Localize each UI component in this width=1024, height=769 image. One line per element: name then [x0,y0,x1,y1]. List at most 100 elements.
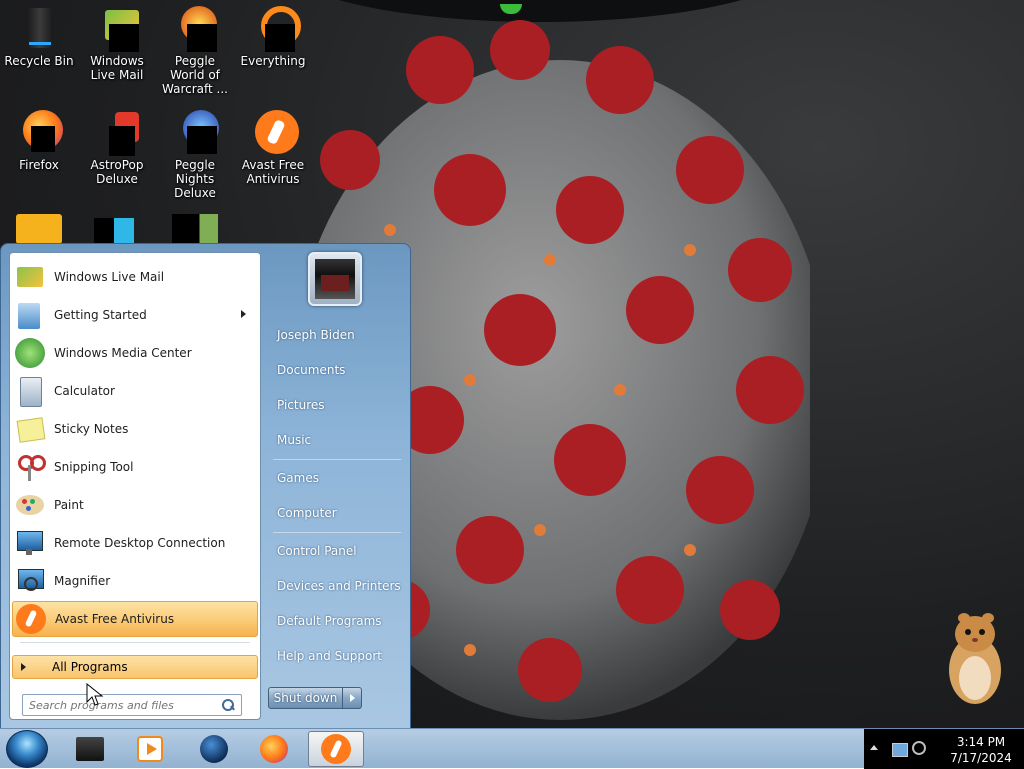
submenu-arrow-icon[interactable] [241,310,246,318]
program-label: Calculator [54,384,115,398]
globe-icon [200,735,228,763]
media-center-icon [14,337,46,369]
search-box[interactable] [22,694,242,716]
shutdown-button-group: Shut down [268,687,362,709]
shutdown-button[interactable]: Shut down [269,688,342,708]
hamster-sticker [949,613,1001,704]
right-item-label: Control Panel [277,544,357,558]
taskbar-item-media-player[interactable] [122,731,178,767]
network-icon[interactable] [892,743,908,757]
program-item-calculator[interactable]: Calculator [12,373,258,409]
user-avatar[interactable] [308,252,362,306]
desktop-icon-windows-live-mail[interactable]: Windows Live Mail [78,6,156,82]
clock[interactable]: 3:14 PM 7/17/2024 [946,734,1016,766]
program-item-magnifier[interactable]: Magnifier [12,563,258,599]
volume-icon[interactable] [912,741,926,755]
desktop-icon-partial[interactable] [172,214,218,244]
mouse-cursor-icon [86,683,104,706]
start-button[interactable] [6,730,48,768]
taskbar-item-app1[interactable] [62,731,118,767]
program-item-windows-media-center[interactable]: Windows Media Center [12,335,258,371]
right-item-label: Music [277,433,312,447]
desktop-icon-partial[interactable] [16,214,62,244]
desktop-icon-peggle-world-of-warcraft[interactable]: Peggle World of Warcraft ... [156,6,234,96]
astropop-icon [95,110,139,156]
start-menu: Windows Live Mail Getting Started Window… [0,243,411,729]
search-input[interactable] [23,697,221,713]
right-divider [273,532,401,533]
right-item-label: Devices and Printers [277,579,401,593]
clock-date: 7/17/2024 [950,751,1012,765]
program-item-snipping-tool[interactable]: Snipping Tool [12,449,258,485]
mail-icon [95,6,139,52]
desktop-icon-recycle-bin[interactable]: Recycle Bin [0,6,78,68]
taskbar-item-avast[interactable] [308,731,364,767]
program-label: Snipping Tool [54,460,134,474]
program-item-paint[interactable]: Paint [12,487,258,523]
paint-icon [14,489,46,521]
start-menu-programs-pane: Windows Live Mail Getting Started Window… [9,252,261,720]
right-item-label: Help and Support [277,649,382,663]
desktop-icon-astropop-deluxe[interactable]: AstroPop Deluxe [78,110,156,186]
start-menu-control-panel[interactable]: Control Panel [269,534,407,568]
start-menu-documents[interactable]: Documents [269,353,407,387]
desktop-icon-label: Peggle Nights Deluxe [174,158,216,200]
start-menu-help-and-support[interactable]: Help and Support [269,639,407,673]
peggle-nights-icon [173,110,219,154]
clock-time: 3:14 PM [956,735,1006,749]
start-menu-computer[interactable]: Computer [269,496,407,530]
program-item-sticky-notes[interactable]: Sticky Notes [12,411,258,447]
right-item-label: Joseph Biden [277,328,355,342]
mail-icon [14,261,46,293]
program-item-getting-started[interactable]: Getting Started [12,297,258,333]
program-item-windows-live-mail[interactable]: Windows Live Mail [12,259,258,295]
media-player-icon [137,736,163,762]
sticky-notes-icon [14,413,46,445]
shutdown-options-arrow-icon[interactable] [342,688,361,708]
all-programs-button[interactable]: All Programs [12,655,258,679]
programs-divider [20,642,250,643]
start-menu-games[interactable]: Games [269,461,407,495]
avast-icon [251,110,299,154]
desktop-icon-everything[interactable]: Everything [234,6,312,68]
right-item-label: Computer [277,506,337,520]
program-label: Windows Live Mail [54,270,165,284]
taskbar-item-browser[interactable] [186,731,242,767]
peggle-icon [173,6,217,52]
desktop-icon-label: Windows Live Mail [90,54,144,82]
desktop-icon-firefox[interactable]: Firefox [0,110,78,172]
program-label: Sticky Notes [54,422,129,436]
right-item-label: Default Programs [277,614,382,628]
desktop-icon-label: Everything [240,54,306,68]
show-hidden-icons-icon[interactable] [870,745,878,750]
search-icon[interactable] [221,698,235,712]
start-menu-user-folder[interactable]: Joseph Biden [269,318,407,352]
start-menu-music[interactable]: Music [269,423,407,457]
desktop-icon-partial[interactable] [94,218,134,244]
scissors-icon [14,451,46,483]
program-label: Getting Started [54,308,147,322]
avast-icon [15,603,47,635]
desktop-icon-label: AstroPop Deluxe [90,158,144,186]
start-menu-pictures[interactable]: Pictures [269,388,407,422]
firefox-icon [260,735,288,763]
start-menu-default-programs[interactable]: Default Programs [269,604,407,638]
expand-arrow-icon [21,663,26,671]
firefox-icon [17,110,63,154]
desktop-icon-label: Firefox [19,158,59,172]
program-label: Paint [54,498,84,512]
right-item-label: Games [277,471,319,485]
avast-icon [321,734,351,764]
taskbar: 3:14 PM 7/17/2024 [0,728,1024,769]
desktop-icon-avast-free-antivirus[interactable]: Avast Free Antivirus [234,110,312,186]
start-menu-devices-and-printers[interactable]: Devices and Printers [269,569,407,603]
magnifier-icon [14,565,46,597]
program-item-remote-desktop-connection[interactable]: Remote Desktop Connection [12,525,258,561]
right-divider [273,459,401,460]
program-item-avast-free-antivirus[interactable]: Avast Free Antivirus [12,601,258,637]
taskbar-item-firefox[interactable] [246,731,302,767]
program-label: Windows Media Center [54,346,192,360]
program-label: Magnifier [54,574,111,588]
desktop-icon-peggle-nights-deluxe[interactable]: Peggle Nights Deluxe [156,110,234,200]
calculator-icon [14,375,46,407]
